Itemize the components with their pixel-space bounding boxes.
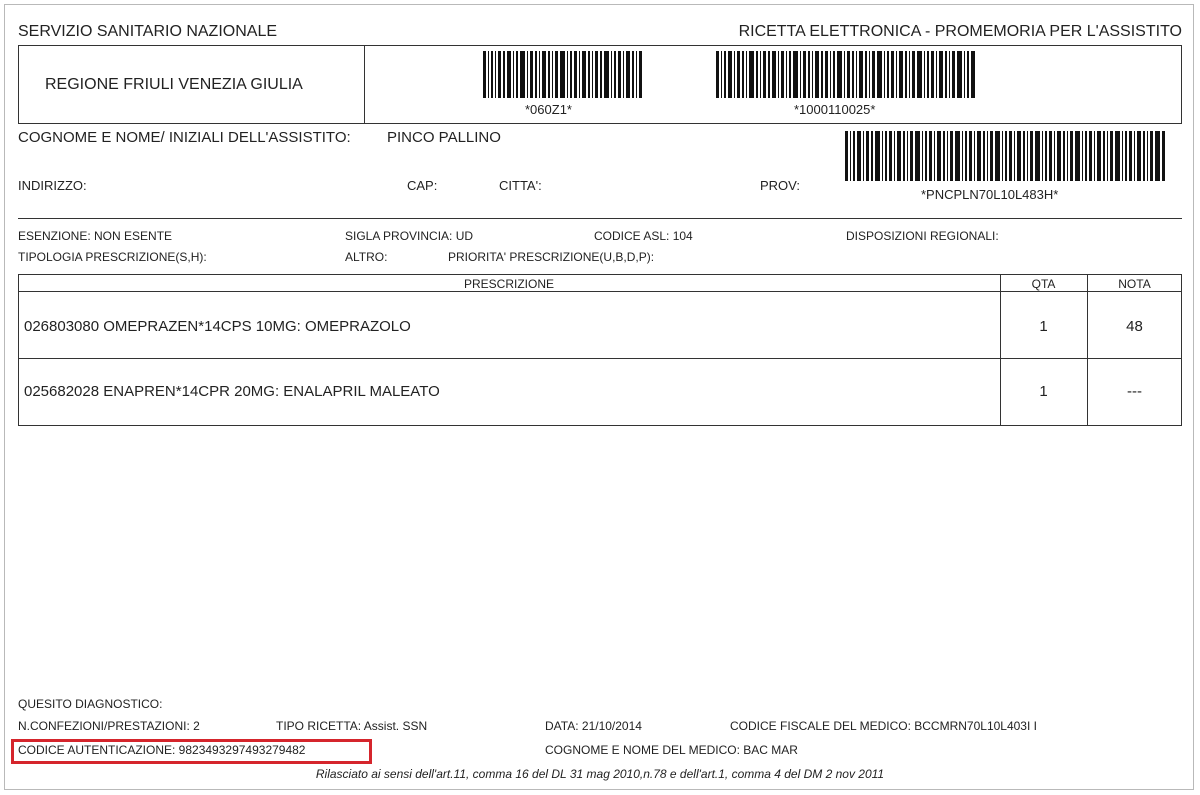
quesito-diagnostico: QUESITO DIAGNOSTICO: (18, 697, 163, 711)
table-row-2-nota: --- (1127, 383, 1142, 400)
barcode-2 (716, 51, 978, 98)
data-field: DATA: 21/10/2014 (545, 719, 642, 733)
barcode-2-text: *1000110025* (794, 102, 876, 117)
cap-label: CAP: (407, 178, 438, 193)
patient-name-value: PINCO PALLINO (387, 129, 501, 146)
medico-nome: COGNOME E NOME DEL MEDICO: BAC MAR (545, 743, 798, 757)
confezioni-field: N.CONFEZIONI/PRESTAZIONI: 2 (18, 719, 200, 733)
section-divider (18, 218, 1182, 219)
barcode-3-text: *PNCPLN70L10L483H* (921, 187, 1059, 202)
tipo-ricetta-field: TIPO RICETTA: Assist. SSN (276, 719, 428, 733)
codice-asl-field: CODICE ASL: 104 (594, 229, 693, 243)
prov-label: PROV: (760, 178, 800, 193)
table-row-1-nota: 48 (1126, 318, 1143, 335)
prescription-table (18, 274, 1182, 426)
header-right-title: RICETTA ELETTRONICA - PROMEMORIA PER L'A… (738, 23, 1182, 40)
barcode-3-bars (845, 131, 1165, 181)
table-row-1-qta: 1 (1039, 318, 1048, 335)
barcode-2-bars (716, 51, 975, 98)
sigla-provincia-field: SIGLA PROVINCIA: UD (345, 229, 474, 243)
address-label: INDIRIZZO: (18, 178, 87, 193)
table-header-qta: QTA (1031, 277, 1056, 291)
legal-note: Rilasciato ai sensi dell'art.11, comma 1… (315, 767, 885, 781)
header-left-title: SERVIZIO SANITARIO NAZIONALE (18, 23, 278, 40)
codice-fiscale-medico: CODICE FISCALE DEL MEDICO: BCCMRN70L10L4… (730, 719, 1037, 733)
city-label: CITTA': (499, 178, 542, 193)
table-row-2-qta: 1 (1039, 383, 1048, 400)
codice-autenticazione: CODICE AUTENTICAZIONE: 98234932974932794… (18, 743, 306, 757)
table-header-prescrizione: PRESCRIZIONE (463, 277, 554, 291)
table-row-1-prescrizione: 026803080 OMEPRAZEN*14CPS 10MG: OMEPRAZO… (24, 318, 411, 335)
table-col-divider-2 (1087, 274, 1088, 426)
table-col-divider-1 (1000, 274, 1001, 426)
region-divider (364, 45, 365, 124)
esenzione-field: ESENZIONE: NON ESENTE (18, 229, 173, 243)
disposizioni-field: DISPOSIZIONI REGIONALI: (846, 229, 999, 243)
altro-field: ALTRO: (345, 250, 388, 264)
table-header-nota: NOTA (1118, 277, 1151, 291)
tipologia-field: TIPOLOGIA PRESCRIZIONE(S,H): (18, 250, 207, 264)
barcode-1 (483, 51, 643, 98)
region-name: REGIONE FRIULI VENEZIA GIULIA (45, 76, 303, 93)
barcode-1-text: *060Z1* (525, 102, 572, 117)
table-row-line (18, 358, 1182, 359)
patient-name-label: COGNOME E NOME/ INIZIALI DELL'ASSISTITO: (18, 129, 351, 146)
priorita-field: PRIORITA' PRESCRIZIONE(U,B,D,P): (448, 250, 655, 264)
table-row-2-prescrizione: 025682028 ENAPREN*14CPR 20MG: ENALAPRIL … (24, 383, 440, 400)
barcode-3 (845, 131, 1167, 181)
table-header-line (18, 291, 1182, 292)
barcode-1-bars (483, 51, 642, 98)
